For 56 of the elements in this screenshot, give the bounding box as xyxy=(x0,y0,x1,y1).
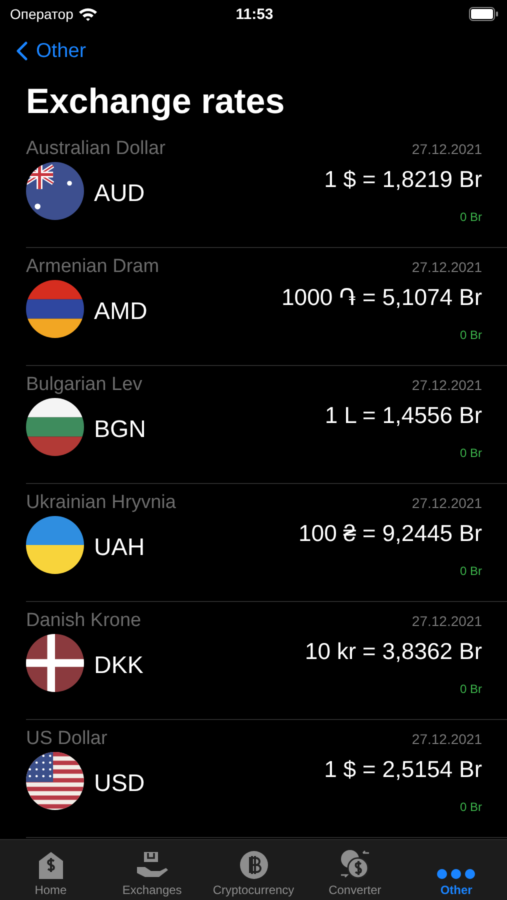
currency-name: Danish Krone xyxy=(26,610,142,632)
currency-name: US Dollar xyxy=(26,728,108,750)
rate-value: 10 kr = 3,8362 Br xyxy=(304,638,482,665)
currency-name: Australian Dollar xyxy=(26,138,166,160)
more-icon xyxy=(436,868,476,880)
rate-row[interactable]: Armenian Dram 27.12.2021 AMD 1000 ֏ = 5,1074 Br 0 Br xyxy=(26,248,507,366)
chevron-left-icon xyxy=(16,41,28,61)
rate-change: 0 Br xyxy=(460,800,482,814)
rate-date: 27.12.2021 xyxy=(412,731,482,747)
house-dollar-icon xyxy=(36,850,65,880)
flag-icon xyxy=(26,280,84,338)
tab-item[interactable]: Converter xyxy=(304,840,406,900)
rate-date: 27.12.2021 xyxy=(412,495,482,511)
clock-time: 11:53 xyxy=(236,6,274,22)
rate-change: 0 Br xyxy=(460,210,482,224)
bitcoin-icon xyxy=(238,850,269,880)
currency-code: BGN xyxy=(94,416,146,444)
tab-item[interactable]: Home xyxy=(0,840,102,900)
coins-exchange-icon xyxy=(338,848,371,880)
tab-item[interactable]: Other xyxy=(406,840,507,900)
rate-date: 27.12.2021 xyxy=(412,377,482,393)
currency-code: UAH xyxy=(94,534,145,562)
rate-change: 0 Br xyxy=(460,446,482,460)
rate-value: 1 $ = 1,8219 Br xyxy=(324,166,482,193)
page-title: Exchange rates xyxy=(26,81,286,123)
rate-row[interactable]: Ukrainian Hryvnia 27.12.2021 UAH 100 ₴ = 9,2445 Br 0 Br xyxy=(26,484,507,602)
currency-code: AUD xyxy=(94,180,145,208)
rate-row[interactable]: Danish Krone 27.12.2021 DKK 10 kr = 3,8362 Br 0 Br xyxy=(26,602,507,720)
tab-item[interactable]: Exchanges xyxy=(101,840,203,900)
tab-item[interactable]: Cryptocurrency xyxy=(202,840,304,900)
currency-code: DKK xyxy=(94,652,144,680)
rate-change: 0 Br xyxy=(460,328,482,342)
hand-box-icon xyxy=(135,850,170,880)
rate-row[interactable]: US Dollar 27.12.2021 USD 1 $ = 2,5154 Br 0 Br xyxy=(26,720,507,838)
rate-date: 27.12.2021 xyxy=(412,613,482,629)
currency-name: Armenian Dram xyxy=(26,256,160,278)
currency-name: Ukrainian Hryvnia xyxy=(26,492,176,514)
rate-value: 1 L = 1,4556 Br xyxy=(324,402,482,429)
rate-date: 27.12.2021 xyxy=(412,141,482,157)
currency-name: Bulgarian Lev xyxy=(26,374,142,396)
rate-row[interactable]: Australian Dollar 27.12.2021 AUD 1 $ = 1,8219 Br 0 Br xyxy=(26,130,507,248)
rate-row[interactable]: Bulgarian Lev 27.12.2021 BGN 1 L = 1,4556 Br 0 Br xyxy=(26,366,507,484)
flag-icon xyxy=(26,398,84,456)
flag-icon xyxy=(26,516,84,574)
currency-code: AMD xyxy=(94,298,148,326)
wifi-icon xyxy=(78,7,98,21)
battery-icon xyxy=(468,7,499,21)
rate-change: 0 Br xyxy=(460,682,482,696)
rate-value: 1 $ = 2,5154 Br xyxy=(324,756,482,783)
rate-change: 0 Br xyxy=(460,564,482,578)
back-button[interactable]: Other xyxy=(0,28,86,74)
rate-value: 100 ₴ = 9,2445 Br xyxy=(298,520,482,547)
rate-date: 27.12.2021 xyxy=(412,259,482,275)
rate-value: 1000 ֏ = 5,1074 Br xyxy=(281,284,482,311)
carrier-name: Оператор xyxy=(10,6,74,22)
currency-code: USD xyxy=(94,770,145,798)
